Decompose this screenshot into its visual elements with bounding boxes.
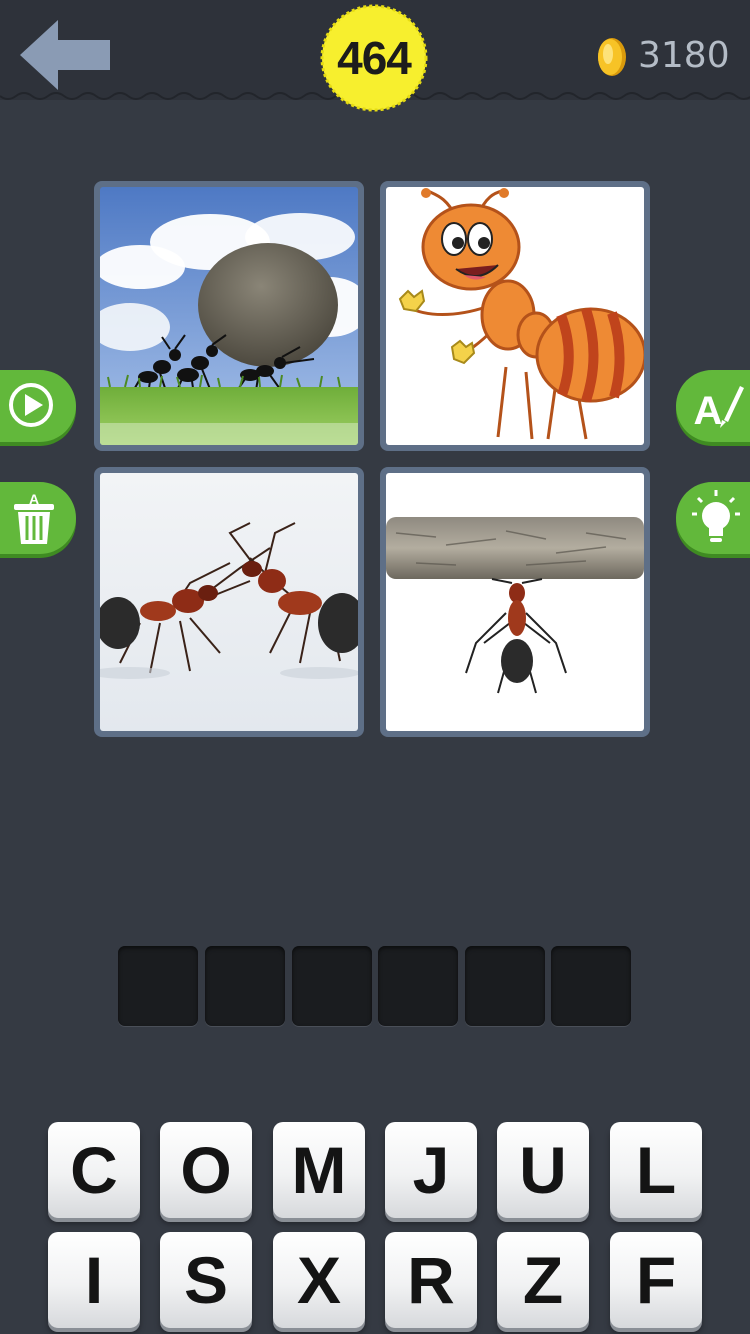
picture-ants-pushing-rock[interactable] <box>94 181 364 451</box>
answer-slot[interactable] <box>465 946 545 1026</box>
answer-slot[interactable] <box>378 946 458 1026</box>
hint-button[interactable] <box>676 482 750 554</box>
letter-key[interactable]: Z <box>497 1232 589 1328</box>
play-video-button[interactable] <box>0 370 76 442</box>
picture-ant-lifting-branch[interactable] <box>380 467 650 737</box>
reveal-letter-button[interactable]: A <box>676 370 750 442</box>
letter-key[interactable]: R <box>385 1232 477 1328</box>
letter-key[interactable]: O <box>160 1122 252 1218</box>
letter-key[interactable]: L <box>610 1122 702 1218</box>
letter-key[interactable]: J <box>385 1122 477 1218</box>
letter-key[interactable]: U <box>497 1122 589 1218</box>
level-number: 464 <box>337 32 412 84</box>
letter-key[interactable]: M <box>273 1122 365 1218</box>
reveal-letter-icon: A <box>694 386 744 432</box>
answer-slot[interactable] <box>551 946 631 1026</box>
two-ants-facing-image <box>100 473 358 731</box>
play-video-icon <box>9 383 53 427</box>
picture-cartoon-orange-ant[interactable] <box>380 181 650 451</box>
coin-count: 3180 <box>638 35 730 76</box>
hint-lightbulb-icon <box>692 490 740 542</box>
picture-two-ants-facing[interactable] <box>94 467 364 737</box>
answer-slot[interactable] <box>292 946 372 1026</box>
coin-icon <box>598 38 626 76</box>
remove-letters-trash-icon: A <box>14 491 54 544</box>
letter-key[interactable]: F <box>610 1232 702 1328</box>
ant-lifting-branch-image <box>386 473 644 731</box>
letter-key[interactable]: I <box>48 1232 140 1328</box>
answer-slot[interactable] <box>205 946 285 1026</box>
svg-text:A: A <box>694 389 723 432</box>
remove-letters-button[interactable]: A <box>0 482 76 554</box>
letter-key[interactable]: X <box>273 1232 365 1328</box>
letter-key[interactable]: C <box>48 1122 140 1218</box>
ants-pushing-rock-image <box>100 187 358 445</box>
back-arrow-icon[interactable] <box>18 18 112 92</box>
cartoon-orange-ant-image <box>386 187 644 445</box>
answer-slot[interactable] <box>118 946 198 1026</box>
letter-key[interactable]: S <box>160 1232 252 1328</box>
